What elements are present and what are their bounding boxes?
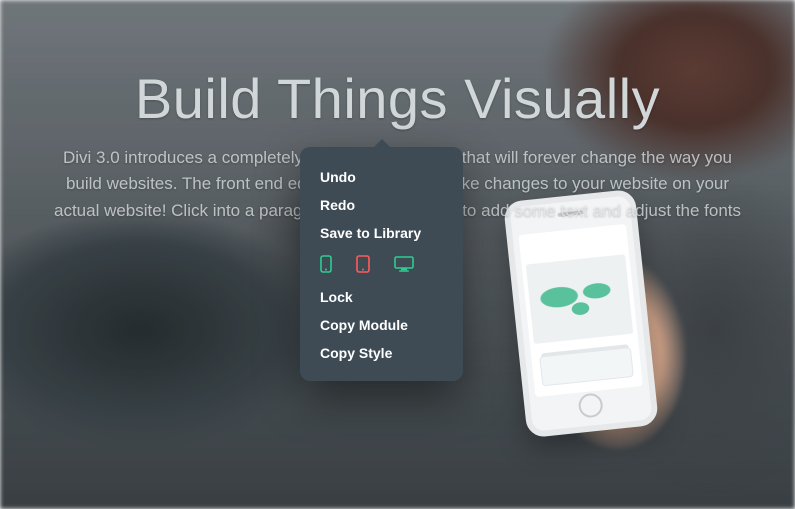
phone-screen	[518, 224, 642, 397]
menu-item-undo[interactable]: Undo	[300, 163, 463, 191]
desktop-icon[interactable]	[394, 256, 414, 272]
phone-speaker	[557, 210, 583, 217]
menu-item-copy-style[interactable]: Copy Style	[300, 339, 463, 367]
menu-device-row	[300, 247, 463, 283]
phone-home-button	[577, 392, 603, 418]
tablet-icon[interactable]	[356, 255, 370, 273]
menu-item-lock[interactable]: Lock	[300, 283, 463, 311]
phone-icon[interactable]	[320, 255, 332, 273]
context-menu: Undo Redo Save to Library Lock Copy Modu…	[300, 147, 463, 381]
menu-item-copy-module[interactable]: Copy Module	[300, 311, 463, 339]
menu-item-redo[interactable]: Redo	[300, 191, 463, 219]
menu-item-save-to-library[interactable]: Save to Library	[300, 219, 463, 247]
phone-screen-map	[526, 254, 634, 344]
phone-mockup	[503, 189, 659, 438]
